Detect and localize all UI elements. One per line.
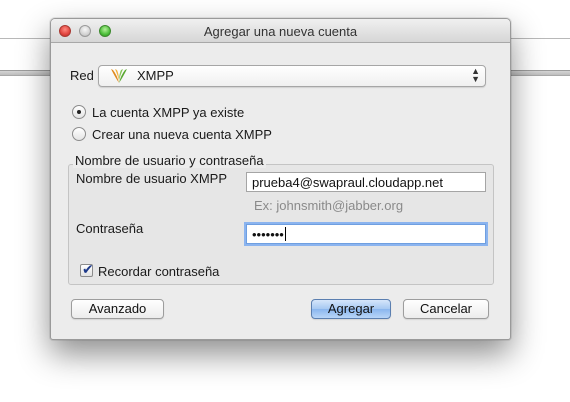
username-label: Nombre de usuario XMPP	[76, 171, 228, 186]
radio-new-account-label[interactable]: Crear una nueva cuenta XMPP	[92, 127, 272, 142]
remember-password-label[interactable]: Recordar contraseña	[98, 264, 219, 279]
add-account-dialog: Agregar una nueva cuenta Red XMPP ▲ ▼ La …	[50, 18, 511, 340]
advanced-button[interactable]: Avanzado	[71, 299, 164, 319]
password-field[interactable]: •••••••	[246, 224, 486, 244]
network-selected-value: XMPP	[137, 68, 174, 83]
cancel-button[interactable]: Cancelar	[403, 299, 489, 319]
window-title: Agregar una nueva cuenta	[203, 24, 358, 39]
username-field[interactable]: prueba4@swapraul.cloudapp.net	[246, 172, 486, 192]
username-hint: Ex: johnsmith@jabber.org	[254, 198, 404, 213]
credentials-group-title: Nombre de usuario y contraseña	[73, 153, 266, 168]
remember-password-checkbox[interactable]: ✔	[80, 261, 94, 277]
radio-new-account[interactable]	[72, 127, 86, 141]
network-label: Red	[70, 68, 94, 83]
password-label: Contraseña	[76, 221, 144, 236]
checkmark-icon: ✔	[82, 261, 94, 277]
add-button[interactable]: Agregar	[311, 299, 391, 319]
password-mask: •••••••	[252, 227, 284, 242]
text-caret	[284, 227, 286, 241]
updown-arrows-icon: ▲ ▼	[471, 66, 480, 84]
title-bar[interactable]: Agregar una nueva cuenta	[51, 19, 510, 43]
radio-existing-account-label[interactable]: La cuenta XMPP ya existe	[92, 105, 244, 120]
radio-existing-account[interactable]	[72, 105, 86, 119]
network-select[interactable]: XMPP ▲ ▼	[98, 65, 486, 87]
jabber-logo-icon	[109, 68, 129, 84]
